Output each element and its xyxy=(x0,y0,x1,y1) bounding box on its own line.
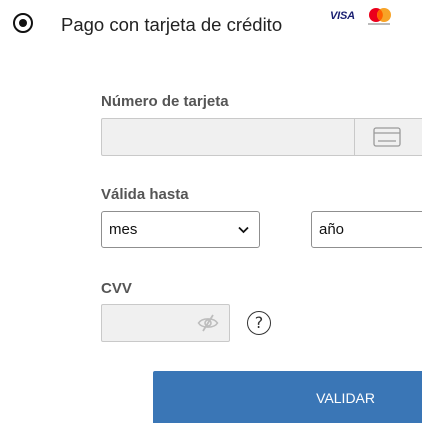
expiry-month-value: mes xyxy=(109,221,138,238)
chevron-down-icon xyxy=(238,226,249,234)
visa-logo: VISA xyxy=(330,10,355,22)
radio-selected-dot xyxy=(18,18,27,27)
payment-method-label[interactable]: Pago con tarjeta de crédito xyxy=(61,14,282,36)
expiry-year-value: año xyxy=(319,221,345,238)
card-icon-addon xyxy=(354,118,422,156)
eye-slash-icon[interactable] xyxy=(197,313,219,333)
cvv-label: CVV xyxy=(101,280,132,297)
mastercard-subtext xyxy=(368,23,390,25)
question-circle-icon[interactable]: ? xyxy=(247,311,271,335)
card-number-label: Número de tarjeta xyxy=(101,93,229,110)
expiry-year-select[interactable]: año xyxy=(311,211,422,248)
expiry-month-select[interactable]: mes xyxy=(101,211,260,248)
validate-button-label: VALIDAR xyxy=(316,390,375,406)
credit-card-icon xyxy=(373,127,401,147)
expiry-label: Válida hasta xyxy=(101,186,189,203)
validate-button[interactable]: VALIDAR xyxy=(153,371,422,423)
payment-method-radio[interactable] xyxy=(13,13,33,33)
payment-form: Pago con tarjeta de crédito VISA Número … xyxy=(0,0,422,423)
